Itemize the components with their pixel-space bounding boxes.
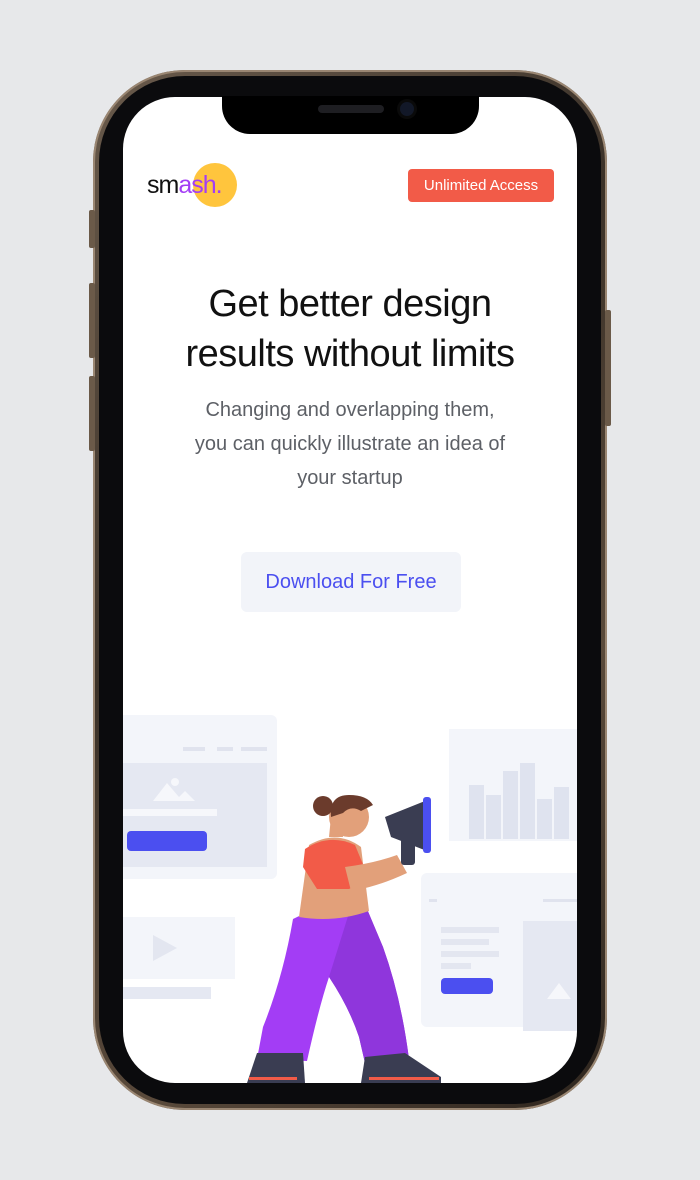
hero-subtitle: Changing and overlapping them, you can q… (163, 393, 537, 495)
phone-screen: smash. Unlimited Access Get better desig… (123, 97, 577, 1083)
smash-logo[interactable]: smash. (147, 163, 247, 211)
hero-subtitle-line-3: your startup (297, 467, 403, 489)
phone-camera (400, 102, 414, 116)
phone-speaker (318, 105, 384, 113)
hero-title-line-1: Get better design (208, 283, 492, 325)
phone-volume-down-button (89, 376, 95, 451)
hero-title-line-2: results without limits (185, 333, 515, 375)
phone-side-button (89, 210, 95, 248)
download-for-free-button[interactable]: Download For Free (241, 552, 461, 612)
phone-power-button (605, 310, 611, 426)
hero-subtitle-line-1: Changing and overlapping them, (205, 399, 495, 421)
hero-title: Get better design results without limits (123, 279, 577, 379)
phone-notch (222, 96, 479, 134)
person-with-megaphone-illustration (123, 715, 577, 1083)
phone-volume-up-button (89, 283, 95, 358)
logo-text: smash. (147, 171, 223, 199)
form-card-illustration (421, 873, 577, 1031)
hero-subtitle-line-2: you can quickly illustrate an idea of (194, 433, 506, 455)
image-card-illustration (123, 715, 277, 879)
video-card-illustration (123, 917, 235, 999)
unlimited-access-button[interactable]: Unlimited Access (408, 169, 554, 202)
bar-chart-card-illustration (449, 729, 577, 841)
